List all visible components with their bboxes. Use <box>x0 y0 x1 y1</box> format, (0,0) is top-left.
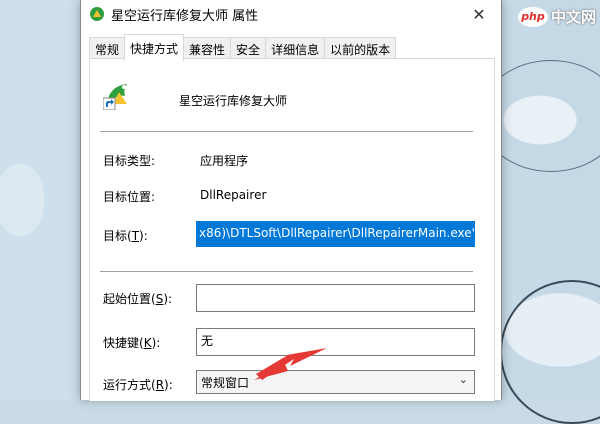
tab-shortcut[interactable]: 快捷方式 <box>124 34 185 61</box>
annotation-arrow-icon <box>254 348 327 380</box>
